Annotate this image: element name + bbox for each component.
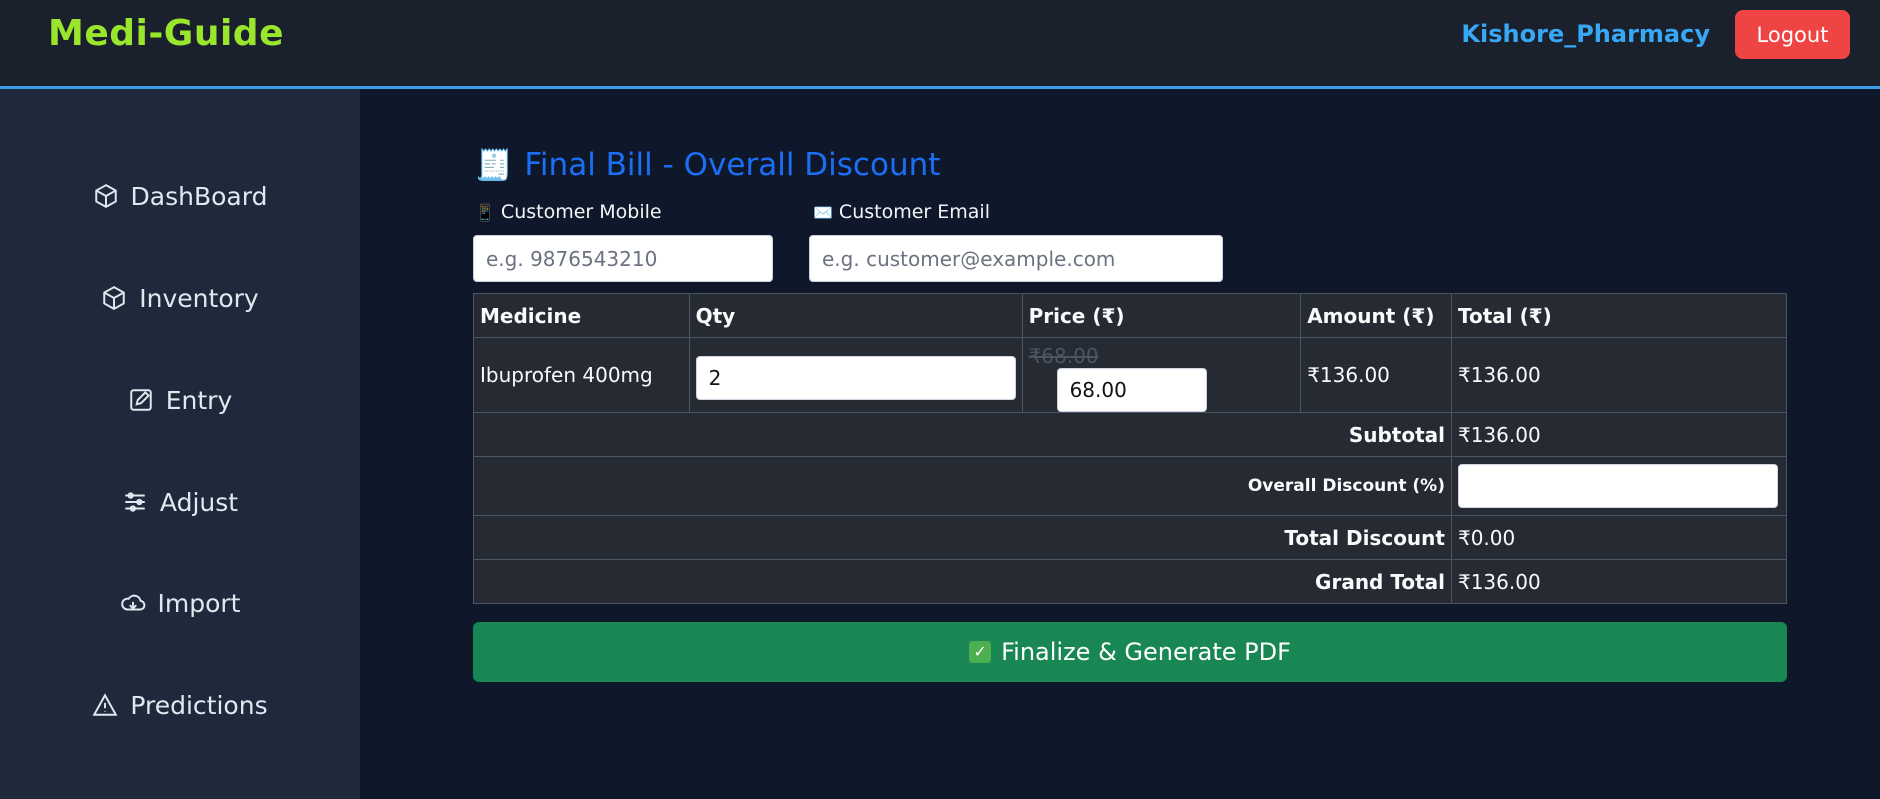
sidebar-item-dashboard[interactable]: DashBoard: [0, 166, 360, 226]
finalize-button[interactable]: ✓ Finalize & Generate PDF: [473, 622, 1787, 682]
total-discount-label: Total Discount: [473, 515, 1452, 560]
page-title-text: Final Bill - Overall Discount: [524, 147, 941, 183]
customer-mobile-input[interactable]: [473, 235, 773, 282]
edit-icon: [130, 389, 152, 411]
overall-discount-label: Overall Discount (%): [473, 456, 1452, 516]
column-header: Medicine: [473, 293, 690, 338]
column-header: Price (₹): [1021, 293, 1302, 338]
price-cell: ₹68.00: [1021, 337, 1302, 413]
grand-total-value: ₹136.00: [1450, 559, 1788, 604]
sidebar-item-import[interactable]: Import: [0, 573, 360, 633]
column-header: Qty: [688, 293, 1023, 338]
customer-email-label-text: Customer Email: [838, 201, 990, 223]
brand-logo[interactable]: Medi-Guide: [48, 13, 284, 54]
finalize-button-label: Finalize & Generate PDF: [1001, 638, 1291, 666]
logout-button[interactable]: Logout: [1735, 10, 1850, 59]
overall-discount-input[interactable]: [1457, 464, 1778, 508]
check-icon: ✓: [969, 641, 992, 663]
column-header: Total (₹): [1450, 293, 1788, 338]
bill-table: Medicine Qty Price (₹) Amount (₹) Total …: [473, 293, 1788, 604]
total-discount-value: ₹0.00: [1450, 515, 1788, 560]
customer-email-label: ✉️ Customer Email: [813, 201, 990, 223]
sidebar-item-label: Inventory: [139, 283, 259, 313]
cube-icon: [94, 184, 117, 208]
sidebar-nav: DashBoard Inventory Entry Adjust Import …: [0, 89, 360, 799]
top-bar: Medi-Guide Kishore_Pharmacy Logout: [0, 0, 1880, 89]
customer-email-input[interactable]: [809, 235, 1223, 282]
warning-icon: [92, 693, 118, 716]
mobile-phone-icon: 📱: [475, 202, 495, 222]
sliders-icon: [125, 492, 145, 512]
grand-total-row: Grand Total ₹136.00: [473, 559, 1788, 604]
medicine-name: Ibuprofen 400mg: [473, 337, 690, 413]
sidebar-item-entry[interactable]: Entry: [0, 370, 360, 430]
amount-cell: ₹136.00: [1300, 337, 1452, 413]
subtotal-row: Subtotal ₹136.00: [473, 412, 1788, 457]
overall-discount-cell: [1450, 456, 1788, 516]
page-title: 🧾 Final Bill - Overall Discount: [475, 147, 940, 183]
grand-total-label: Grand Total: [473, 559, 1452, 604]
sidebar-item-inventory[interactable]: Inventory: [0, 268, 360, 328]
sidebar-item-adjust[interactable]: Adjust: [0, 472, 360, 532]
sidebar-item-label: Adjust: [159, 487, 239, 517]
sidebar-item-label: Import: [157, 588, 241, 618]
qty-cell: [688, 337, 1023, 413]
price-input[interactable]: [1056, 368, 1207, 412]
envelope-icon: ✉️: [813, 202, 833, 222]
total-cell: ₹136.00: [1450, 337, 1788, 413]
sidebar-item-predictions[interactable]: Predictions: [0, 675, 360, 735]
total-discount-row: Total Discount ₹0.00: [473, 515, 1788, 560]
cloud-download-icon: [120, 594, 145, 611]
sidebar-item-label: DashBoard: [130, 181, 268, 211]
customer-mobile-label: 📱 Customer Mobile: [475, 201, 662, 223]
qty-input[interactable]: [695, 356, 1016, 400]
table-header-row: Medicine Qty Price (₹) Amount (₹) Total …: [473, 293, 1788, 338]
sidebar-item-label: Entry: [165, 385, 233, 415]
table-row: Ibuprofen 400mg ₹68.00 ₹136.00 ₹136.00: [473, 337, 1788, 413]
subtotal-label: Subtotal: [473, 412, 1452, 457]
user-name: Kishore_Pharmacy: [1461, 20, 1710, 48]
customer-mobile-label-text: Customer Mobile: [500, 201, 662, 223]
receipt-icon: 🧾: [475, 147, 513, 183]
subtotal-value: ₹136.00: [1450, 412, 1788, 457]
main-content: 🧾 Final Bill - Overall Discount 📱 Custom…: [360, 89, 1880, 799]
overall-discount-row: Overall Discount (%): [473, 456, 1788, 516]
original-price: ₹68.00: [1028, 344, 1099, 368]
sidebar-item-label: Predictions: [130, 690, 268, 720]
column-header: Amount (₹): [1300, 293, 1452, 338]
cube-icon: [103, 286, 126, 310]
